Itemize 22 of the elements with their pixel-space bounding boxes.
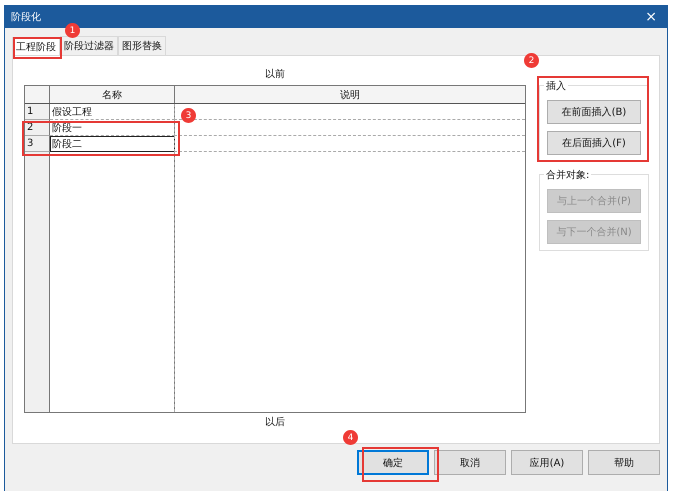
row-number: 1 — [25, 104, 50, 120]
dialog-button[interactable]: 应用(A) — [511, 450, 583, 475]
table-cell[interactable]: 阶段一 — [50, 120, 175, 136]
table-cell[interactable]: 阶段二 — [50, 136, 175, 152]
column-header[interactable]: 名称 — [50, 86, 175, 103]
dialog-button[interactable]: 确定 — [357, 450, 429, 475]
table-caption: 以后 — [265, 416, 285, 429]
dialog-button[interactable]: 取消 — [434, 450, 506, 475]
column-header[interactable]: 说明 — [175, 86, 525, 103]
tab[interactable]: 图形替换 — [118, 36, 166, 55]
dialog-button[interactable]: 帮助 — [588, 450, 660, 475]
table-caption: 以前 — [265, 68, 285, 81]
insert-button[interactable]: 在后面插入(F) — [547, 131, 641, 155]
close-button[interactable]: × — [639, 9, 663, 25]
group-title: 合并对象: — [544, 168, 592, 182]
group-title: 插入 — [544, 79, 568, 93]
insert-button[interactable]: 在前面插入(B) — [547, 100, 641, 124]
table-cell[interactable]: 假设工程 — [50, 104, 175, 120]
highlight-frame — [13, 37, 62, 59]
window-title: 阶段化 — [11, 11, 41, 24]
row-number: 3 — [25, 136, 50, 152]
tab[interactable]: 阶段过滤器 — [60, 36, 118, 55]
